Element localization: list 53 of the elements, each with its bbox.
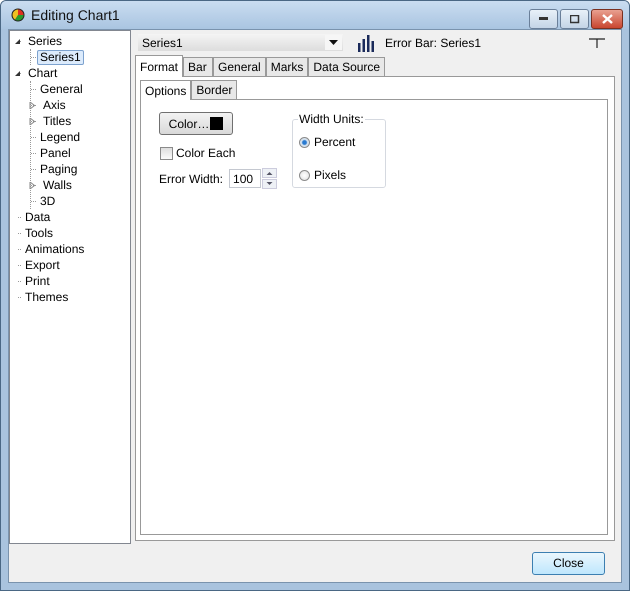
expanded-arrow-icon[interactable] (14, 38, 22, 44)
tree-item[interactable]: Print (22, 274, 53, 288)
tree-item[interactable]: Axis (40, 98, 69, 112)
bar-chart-icon (357, 34, 375, 52)
tree-item[interactable]: Animations (22, 242, 88, 256)
tab[interactable]: Marks (266, 57, 308, 76)
radio-label: Pixels (314, 168, 346, 182)
tab[interactable]: Bar (183, 57, 214, 76)
tree-item[interactable]: Data (22, 210, 54, 224)
color-button[interactable]: Color… (159, 112, 233, 135)
group-title: Width Units: (298, 112, 365, 126)
minimize-icon (538, 17, 548, 21)
tree-item[interactable]: Chart (25, 66, 60, 80)
maximize-icon (570, 14, 580, 24)
tree-item[interactable]: Themes (22, 290, 72, 304)
collapsed-arrow-icon[interactable] (29, 118, 37, 124)
tree-item[interactable]: Series1 (37, 50, 84, 64)
close-icon (602, 14, 612, 24)
tree-item[interactable]: Paging (37, 162, 80, 176)
tab[interactable]: Border (191, 80, 238, 99)
close-button[interactable]: Close (532, 552, 605, 574)
collapsed-arrow-icon[interactable] (29, 102, 37, 108)
tree-item[interactable]: General (37, 82, 86, 96)
series-label: Error Bar: Series1 (385, 36, 482, 50)
tab[interactable]: General (213, 57, 266, 76)
window-close-button[interactable] (591, 9, 623, 29)
window-title: Editing Chart1 (31, 7, 121, 23)
spin-buttons[interactable] (262, 168, 278, 189)
chart-logo-icon (11, 8, 25, 22)
tab[interactable]: Format (135, 55, 184, 77)
tab[interactable]: Options (140, 80, 192, 100)
checkbox-label: Color Each (176, 146, 236, 160)
tree-item[interactable]: Series (25, 34, 66, 48)
error-width-field[interactable]: 100 (229, 169, 262, 188)
radio-label: Percent (314, 135, 356, 149)
minimize-button[interactable] (529, 9, 558, 29)
tree-item[interactable]: Export (22, 258, 63, 272)
dropdown-arrow-icon (329, 40, 338, 45)
radio-button[interactable] (299, 170, 310, 180)
tab[interactable]: Data Source (308, 57, 386, 76)
collapsed-arrow-icon[interactable] (29, 182, 37, 188)
tree-item[interactable]: Walls (40, 178, 75, 192)
tree-item[interactable]: Titles (40, 114, 74, 128)
checkbox[interactable] (160, 146, 173, 160)
tree-item[interactable]: Legend (37, 130, 84, 144)
tree-item[interactable]: Panel (37, 146, 74, 160)
series-dropdown[interactable]: Series1 (138, 34, 343, 51)
tree-item[interactable]: Tools (22, 226, 56, 240)
maximize-button[interactable] (560, 9, 589, 29)
expanded-arrow-icon[interactable] (14, 70, 22, 76)
error-width-label: Error Width: (159, 172, 224, 186)
tree-item[interactable]: 3D (37, 194, 58, 208)
radio-button[interactable] (299, 136, 310, 148)
